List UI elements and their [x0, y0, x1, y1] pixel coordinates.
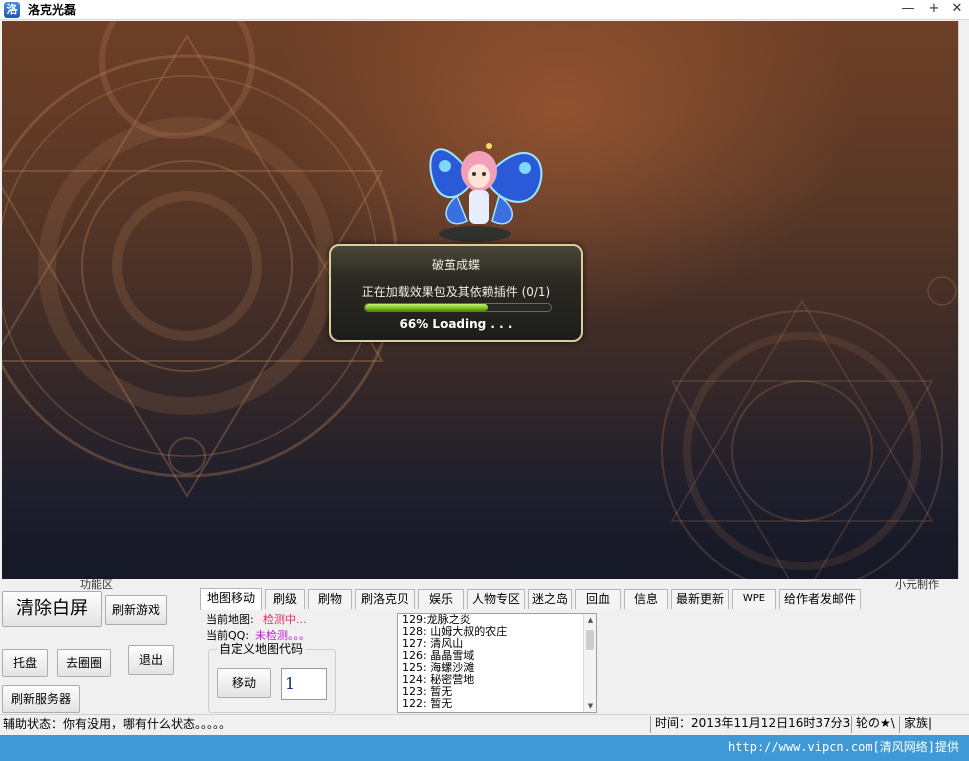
butterfly-pet-sprite	[429, 143, 543, 242]
map-code-input[interactable]: 1	[281, 668, 327, 700]
custom-map-code-label: 自定义地图代码	[217, 642, 306, 656]
tray-button[interactable]: 托盘	[2, 649, 48, 677]
game-viewport[interactable]: 破茧成蝶 正在加载效果包及其依赖插件 (0/1) 66% Loading . .…	[2, 21, 958, 579]
status-time: 时间：2013年11月12日16时37分38秒	[650, 716, 850, 733]
current-qq-label: 当前QQ:	[206, 629, 250, 642]
right-side-strip	[958, 21, 969, 579]
minimize-button[interactable]: —	[896, 0, 920, 20]
maximize-button[interactable]: +	[922, 0, 946, 20]
tab-coin-farm[interactable]: 刷洛克贝	[355, 589, 415, 609]
author-label: 小元制作	[895, 578, 939, 591]
loading-dialog: 破茧成蝶 正在加载效果包及其依赖插件 (0/1) 66% Loading . .…	[329, 244, 583, 342]
app-logo-icon: 洛	[4, 2, 20, 18]
map-list-item[interactable]: 122: 暂无	[402, 698, 507, 710]
tab-heal[interactable]: 回血	[575, 589, 621, 609]
tab-fun[interactable]: 娱乐	[418, 589, 464, 609]
status-family: 家族|	[899, 716, 959, 733]
current-map-value: 检测中...	[263, 613, 307, 626]
watermark-bar: http://www.vipcn.com[清风网络]提供	[0, 735, 969, 761]
map-list-scrollbar[interactable]: ▲ ▼	[583, 614, 596, 712]
scroll-down-icon[interactable]: ▼	[584, 700, 596, 712]
tab-item-farm[interactable]: 刷物	[308, 589, 352, 609]
status-bar: 辅助状态：你有没用，哪有什么状态。。。。。 时间：2013年11月12日16时3…	[0, 714, 969, 734]
close-button[interactable]: ✕	[945, 0, 969, 20]
refresh-server-button[interactable]: 刷新服务器	[2, 685, 80, 713]
loading-progress-fill	[365, 304, 488, 311]
tab-email-author[interactable]: 给作者发邮件	[779, 589, 861, 609]
assist-status-text: 辅助状态：你有没用，哪有什么状态。。。。。	[3, 717, 232, 731]
tab-character[interactable]: 人物专区	[467, 589, 525, 609]
loading-progress-bar	[364, 303, 552, 312]
tab-map-move[interactable]: 地图移动	[200, 588, 262, 610]
helper-control-panel: 功能区 小元制作 清除白屏 刷新游戏 托盘 去圈圈 退出 刷新服务器 地图移动 …	[0, 579, 969, 714]
tab-level-farm[interactable]: 刷级	[265, 589, 305, 609]
title-bar: 洛 洛克光磊 — + ✕	[0, 0, 969, 20]
loading-percent-text: 66% Loading . . .	[399, 317, 513, 331]
tab-wpe[interactable]: WPE	[732, 589, 776, 609]
window-title: 洛克光磊	[28, 3, 77, 17]
tab-info[interactable]: 信息	[624, 589, 668, 609]
loading-status-text: 正在加载效果包及其依赖插件 (0/1)	[361, 285, 551, 299]
scroll-up-icon[interactable]: ▲	[584, 614, 596, 626]
tab-latest-update[interactable]: 最新更新	[671, 589, 729, 609]
scroll-thumb[interactable]	[586, 630, 594, 650]
remove-circle-button[interactable]: 去圈圈	[57, 649, 111, 677]
refresh-game-button[interactable]: 刷新游戏	[105, 595, 167, 625]
map-list: 129:龙脉之炎 128: 山姆大叔的农庄 127: 清风山 126: 晶晶雪域 125…	[402, 614, 507, 710]
current-map-label: 当前地图:	[206, 613, 254, 626]
tab-mystery-island[interactable]: 迷之岛	[528, 589, 572, 609]
current-qq-value: 未检测。。。	[255, 629, 310, 642]
custom-map-code-group: 自定义地图代码 移动 1	[208, 643, 336, 713]
map-list-box[interactable]: 129:龙脉之炎 128: 山姆大叔的农庄 127: 清风山 126: 晶晶雪域 125…	[397, 613, 597, 713]
move-button[interactable]: 移动	[217, 668, 271, 698]
clear-white-screen-button[interactable]: 清除白屏	[2, 591, 102, 627]
loading-title: 破茧成蝶	[431, 258, 480, 272]
watermark-text: http://www.vipcn.com[清风网络]提供	[728, 740, 959, 754]
status-user: 轮の★\	[851, 716, 899, 733]
exit-button[interactable]: 退出	[128, 645, 174, 675]
function-area-label: 功能区	[80, 578, 113, 591]
